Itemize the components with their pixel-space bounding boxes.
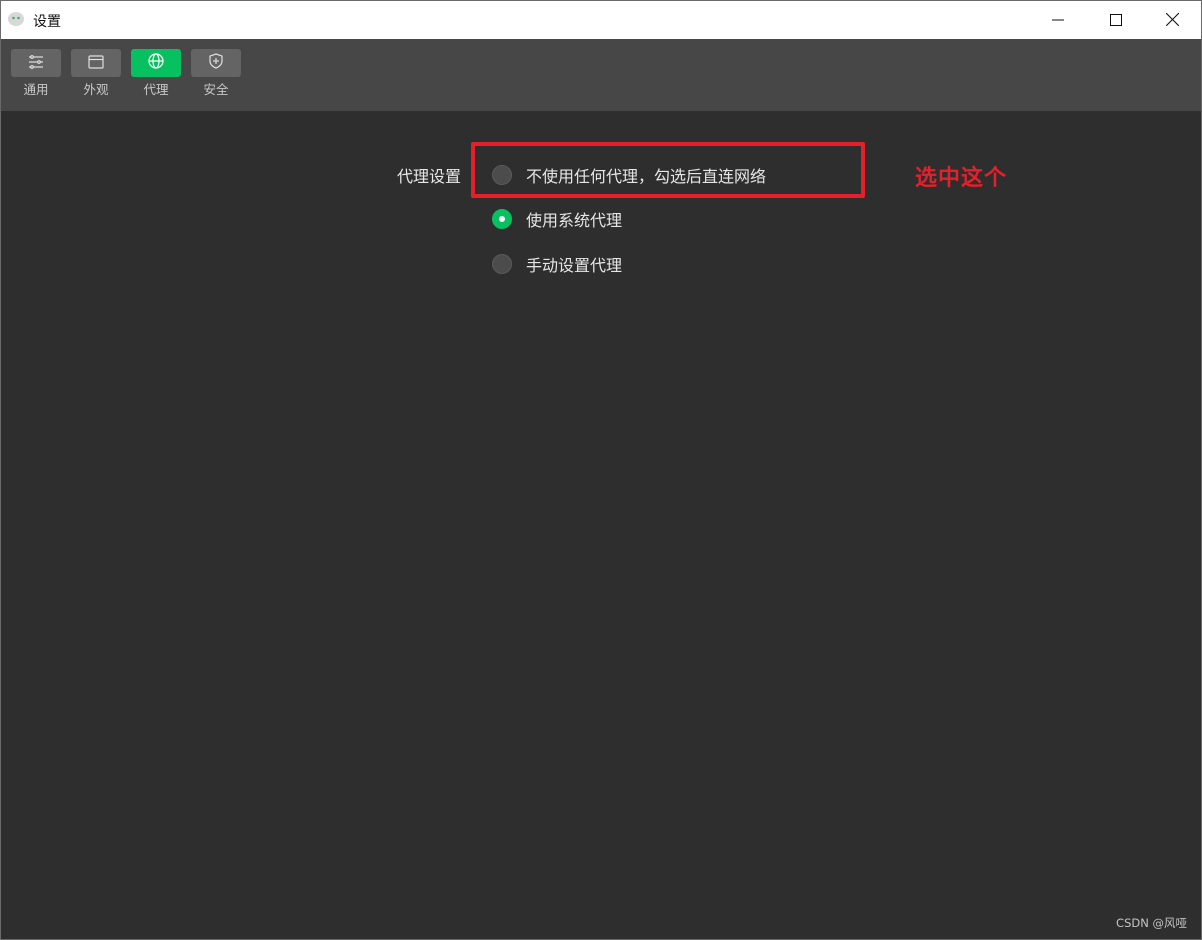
maximize-button[interactable]	[1087, 1, 1145, 39]
window-title: 设置	[33, 14, 61, 30]
title-bar[interactable]: 设置	[1, 1, 1201, 39]
general-button[interactable]	[11, 49, 61, 77]
proxy-settings-label: 代理设置	[397, 167, 462, 186]
app-logo-icon	[8, 11, 26, 27]
settings-toolbar: 通用 外观 代理 安全	[1, 39, 1201, 111]
minimize-icon	[1052, 11, 1064, 30]
globe-icon	[148, 53, 164, 73]
tab-security[interactable]: 安全	[191, 49, 241, 97]
radio-dot	[499, 216, 505, 222]
close-icon	[1165, 11, 1179, 30]
maximize-icon	[1110, 11, 1122, 30]
radio-system-proxy-label: 使用系统代理	[526, 211, 623, 230]
radio-system-proxy[interactable]: 使用系统代理	[492, 207, 622, 231]
radio-button[interactable]	[492, 254, 512, 274]
minimize-button[interactable]	[1029, 1, 1087, 39]
radio-manual-proxy[interactable]: 手动设置代理	[492, 252, 622, 276]
settings-window: 设置 通用 外观 代理 安全 代理设置 不使用任何代理，勾选后直连网络 使用系统…	[0, 0, 1202, 940]
tab-proxy-label: 代理	[143, 82, 169, 97]
security-button[interactable]	[191, 49, 241, 77]
tab-security-label: 安全	[203, 82, 229, 97]
proxy-settings-panel: 代理设置 不使用任何代理，勾选后直连网络 使用系统代理 手动设置代理 选中这个 …	[1, 111, 1201, 939]
proxy-button[interactable]	[131, 49, 181, 77]
radio-button-checked[interactable]	[492, 209, 512, 229]
annotation-text: 选中这个	[915, 166, 1008, 191]
close-button[interactable]	[1143, 1, 1201, 39]
window-icon	[88, 54, 104, 73]
tab-appearance-label: 外观	[83, 82, 109, 97]
shield-icon	[209, 53, 223, 73]
tab-general-label: 通用	[23, 82, 49, 97]
tab-appearance[interactable]: 外观	[71, 49, 121, 97]
annotation-highlight-box	[471, 142, 865, 198]
radio-manual-proxy-label: 手动设置代理	[526, 256, 623, 275]
watermark: CSDN @风哑	[1116, 916, 1187, 930]
sliders-icon	[28, 54, 44, 73]
appearance-button[interactable]	[71, 49, 121, 77]
tab-proxy[interactable]: 代理	[131, 49, 181, 97]
tab-general[interactable]: 通用	[11, 49, 61, 97]
